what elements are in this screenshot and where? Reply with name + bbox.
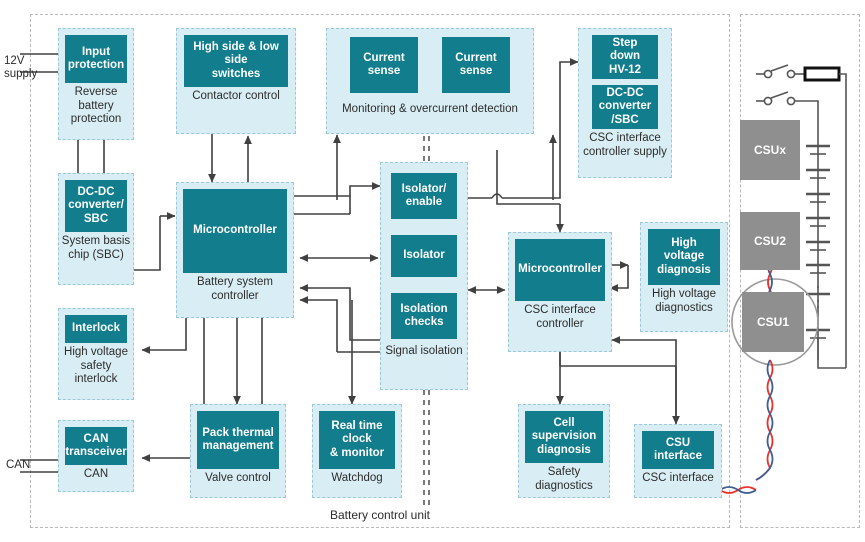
csu-module-csu2[interactable]: CSU2 [740,212,800,270]
caption-high-voltage-diagnostics: High voltage diagnostics [652,288,716,314]
label-can: CAN [6,459,31,471]
csu-module-csu1[interactable]: CSU1 [742,292,804,352]
tile-real-time-clock-monitor[interactable]: Real time clock & monitor [319,411,395,469]
caption-csc-interface-controller: CSC interface controller [524,304,596,330]
tile-microcontroller-bsc[interactable]: Microcontroller [183,189,287,273]
tile-isolator-enable[interactable]: Isolator/ enable [391,173,457,219]
group-contactor-control[interactable]: High side & low side switches Contactor … [176,28,296,134]
group-csc-interface-controller-supply[interactable]: Step down HV-12 DC-DC converter /SBC CSC… [578,28,672,178]
group-battery-system-controller[interactable]: Microcontroller Battery system controlle… [176,182,294,318]
tile-current-sense-2[interactable]: Current sense [442,37,510,93]
group-csc-interface[interactable]: CSU interface CSC interface [634,424,722,498]
caption-monitoring-overcurrent: Monitoring & overcurrent detection [342,103,518,115]
group-high-voltage-diagnostics[interactable]: High voltage diagnosis High voltage diag… [640,222,728,332]
group-csc-interface-controller[interactable]: Microcontroller CSC interface controller [508,232,612,352]
tile-microcontroller-csc[interactable]: Microcontroller [515,239,605,301]
tile-interlock[interactable]: Interlock [65,315,127,343]
group-watchdog[interactable]: Real time clock & monitor Watchdog [312,404,402,498]
caption-input-protection: Reverse battery protection [70,86,122,125]
tile-high-low-side-switches[interactable]: High side & low side switches [184,35,288,87]
tile-isolation-checks[interactable]: Isolation checks [391,293,457,339]
tile-cell-supervision-diagnosis[interactable]: Cell supervision diagnosis [525,411,603,463]
tile-current-sense-1[interactable]: Current sense [350,37,418,93]
caption-battery-system-controller: Battery system controller [196,276,274,302]
tile-can-transceiver[interactable]: CAN transceiver [65,427,127,465]
tile-input-protection[interactable]: Input protection [65,35,127,83]
caption-contactor-control: Contactor control [192,90,280,102]
tile-step-down-hv-12[interactable]: Step down HV-12 [592,35,658,79]
tile-pack-thermal-management[interactable]: Pack thermal management [197,411,279,469]
csu-module-csux[interactable]: CSUx [740,120,800,180]
tile-dcdc-converter-sbc[interactable]: DC-DC converter/ SBC [65,180,127,232]
caption-valve-control: Valve control [205,472,271,484]
label-12v-supply: 12V supply [4,55,38,80]
group-monitoring-overcurrent[interactable]: Current sense Current sense Monitoring &… [326,28,534,134]
label-battery-control-unit: Battery control unit [329,508,431,522]
group-interlock[interactable]: Interlock High voltage safety interlock [58,308,134,400]
group-input-protection[interactable]: Input protection Reverse battery protect… [58,28,134,140]
tile-isolator[interactable]: Isolator [391,235,457,277]
caption-watchdog: Watchdog [331,472,383,484]
group-signal-isolation[interactable]: Isolator/ enable Isolator Isolation chec… [380,162,468,390]
caption-safety-diagnostics: Safety diagnostics [535,466,593,492]
group-safety-diagnostics[interactable]: Cell supervision diagnosis Safety diagno… [518,404,610,498]
group-can[interactable]: CAN transceiver CAN [58,420,134,492]
tile-dcdc-converter-sbc-csc[interactable]: DC-DC converter /SBC [592,85,658,129]
caption-can: CAN [83,468,109,480]
group-valve-control[interactable]: Pack thermal management Valve control [190,404,286,498]
caption-csc-interface-controller-supply: CSC interface controller supply [583,132,667,158]
caption-csc-interface: CSC interface [642,472,714,484]
battery-pack-enclosure [740,14,860,528]
tile-csu-interface[interactable]: CSU interface [642,431,714,469]
caption-interlock: High voltage safety interlock [64,346,128,385]
caption-dcdc-sbc: System basis chip (SBC) [61,235,131,261]
group-dcdc-sbc[interactable]: DC-DC converter/ SBC System basis chip (… [58,173,134,285]
caption-signal-isolation: Signal isolation [385,345,463,357]
tile-high-voltage-diagnosis[interactable]: High voltage diagnosis [648,229,720,285]
diagram-canvas: Input protection Reverse battery protect… [0,0,865,542]
